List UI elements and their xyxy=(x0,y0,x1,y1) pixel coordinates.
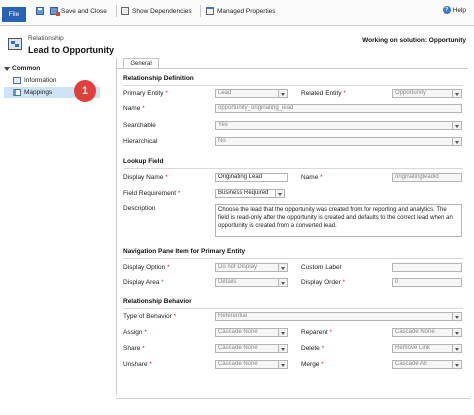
display-order-label: Display Order * xyxy=(301,279,346,286)
reparent-select[interactable]: Cascade None xyxy=(392,328,462,337)
name-label: Name * xyxy=(123,105,145,112)
merge-label: Merge * xyxy=(301,361,324,368)
information-icon xyxy=(13,77,21,84)
show-dependencies-label: Show Dependencies xyxy=(132,7,192,15)
display-area-label: Display Area * xyxy=(123,279,164,286)
page-title: Lead to Opportunity xyxy=(28,45,114,55)
hierarchical-label: Hierarchical xyxy=(123,138,158,145)
toolbar-divider xyxy=(200,5,201,17)
file-button[interactable]: File xyxy=(2,7,26,22)
save-close-icon xyxy=(50,7,60,16)
tab-divider xyxy=(117,68,468,69)
main-form: General Relationship Definition Primary … xyxy=(116,58,468,395)
solution-label: Working on solution: Opportunity xyxy=(362,37,466,44)
field-requirement-label: Field Requirement * xyxy=(123,190,181,197)
nav-item-label: Information xyxy=(24,77,57,84)
dependencies-icon xyxy=(121,7,129,15)
type-of-behavior-select[interactable]: Referential xyxy=(215,312,462,321)
step-badge: 1 xyxy=(74,80,96,102)
display-name-label: Display Name * xyxy=(123,174,168,181)
mappings-icon xyxy=(13,89,21,96)
delete-select[interactable]: Remove Link xyxy=(392,344,462,353)
display-order-field[interactable]: 0 xyxy=(392,278,462,287)
primary-entity-label: Primary Entity * xyxy=(123,90,168,97)
relationship-name-field[interactable]: opportunity_originating_lead xyxy=(215,104,462,113)
display-area-select[interactable]: Details xyxy=(215,278,288,287)
left-nav: Common Information Mappings xyxy=(0,60,116,415)
toolbar-divider xyxy=(116,5,117,17)
nav-group-common[interactable]: Common xyxy=(4,65,40,72)
help-label: Help xyxy=(452,6,466,14)
field-requirement-select[interactable]: Business Required xyxy=(215,189,285,198)
custom-label-field[interactable] xyxy=(392,263,462,272)
tab-general[interactable]: General xyxy=(123,58,159,68)
searchable-select[interactable]: Yes xyxy=(215,121,462,130)
section-divider xyxy=(123,85,463,86)
section-title: Lookup Field xyxy=(123,158,164,165)
reparent-label: Reparent * xyxy=(301,329,333,336)
managed-properties-label: Managed Properties xyxy=(217,7,276,15)
save-button[interactable] xyxy=(36,4,44,18)
lookup-name-field[interactable]: originatingleadid xyxy=(392,173,462,182)
share-select[interactable]: Cascade None xyxy=(215,344,288,353)
section-divider xyxy=(123,308,463,309)
related-entity-label: Related Entity * xyxy=(301,90,346,97)
nav-group-label: Common xyxy=(12,65,41,72)
section-divider xyxy=(123,168,463,169)
managed-properties-button[interactable]: Managed Properties xyxy=(206,4,276,18)
display-option-select[interactable]: Do not Display xyxy=(215,263,288,272)
relationship-icon xyxy=(8,38,22,50)
section-title: Navigation Pane Item for Primary Entity xyxy=(123,248,246,255)
save-and-close-label: Save and Close xyxy=(61,7,107,15)
lookup-name-label: Name * xyxy=(301,174,323,181)
form-bottom-border xyxy=(116,398,470,399)
display-name-field[interactable]: Originating Lead xyxy=(215,173,288,182)
record-type-label: Relationship xyxy=(28,35,64,42)
assign-select[interactable]: Cascade None xyxy=(215,328,288,337)
nav-item-label: Mappings xyxy=(24,89,53,96)
save-icon xyxy=(36,7,44,15)
merge-select[interactable]: Cascade All xyxy=(392,360,462,369)
show-dependencies-button[interactable]: Show Dependencies xyxy=(121,4,192,18)
assign-label: Assign * xyxy=(123,329,147,336)
display-option-label: Display Option * xyxy=(123,264,170,271)
share-label: Share * xyxy=(123,345,145,352)
unshare-select[interactable]: Cascade None xyxy=(215,360,288,369)
collapse-icon xyxy=(4,66,10,71)
searchable-label: Searchable xyxy=(123,122,156,129)
type-of-behavior-label: Type of Behavior * xyxy=(123,313,177,320)
managed-properties-icon xyxy=(206,7,214,15)
help-button[interactable]: ? Help xyxy=(442,6,466,14)
delete-label: Delete * xyxy=(301,345,325,352)
custom-label-label: Custom Label xyxy=(301,264,342,271)
save-and-close-button[interactable]: Save and Close xyxy=(50,4,107,18)
section-divider xyxy=(123,258,463,259)
related-entity-select[interactable]: Opportunity xyxy=(392,89,462,98)
section-title: Relationship Definition xyxy=(123,75,194,82)
unshare-label: Unshare * xyxy=(123,361,152,368)
description-label: Description xyxy=(123,205,156,212)
help-icon: ? xyxy=(442,6,451,14)
ribbon-toolbar: File Save and Close Show Dependencies Ma… xyxy=(0,0,474,26)
section-title: Relationship Behavior xyxy=(123,298,192,305)
primary-entity-select[interactable]: Lead xyxy=(215,89,288,98)
description-textarea[interactable]: Choose the lead that the opportunity was… xyxy=(215,204,462,237)
hierarchical-select[interactable]: No xyxy=(215,137,462,146)
